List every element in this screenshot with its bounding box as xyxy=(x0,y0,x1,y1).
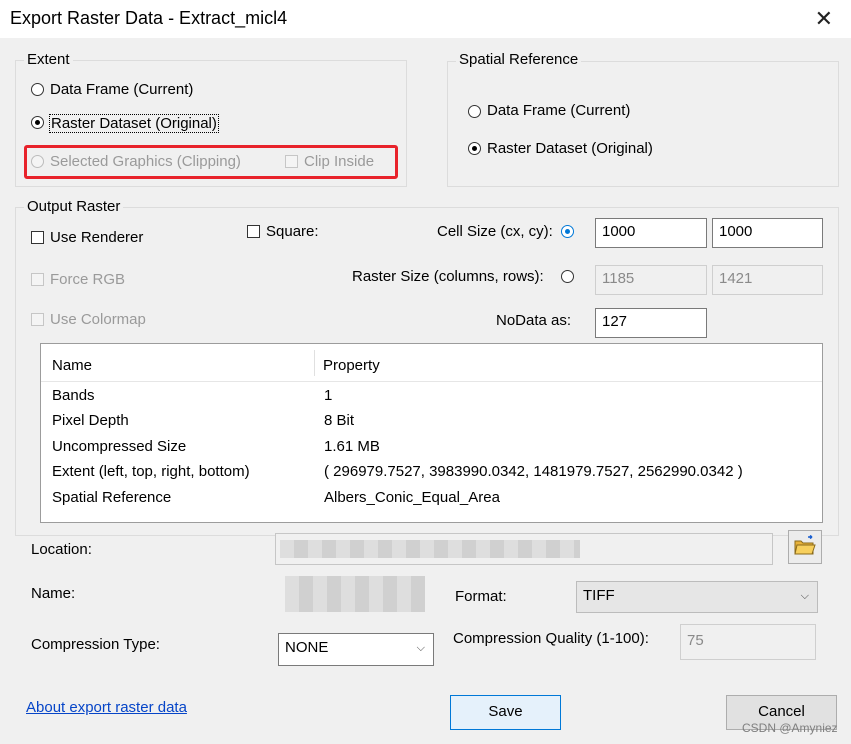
format-select[interactable]: TIFF ⌵ xyxy=(576,581,818,613)
raster-size-label: Raster Size (columns, rows): xyxy=(352,268,544,285)
compression-type-value: NONE xyxy=(285,639,329,656)
use-renderer-checkbox[interactable] xyxy=(31,231,44,244)
cell-size-cy-input[interactable]: 1000 xyxy=(712,218,823,248)
table-row-name: Spatial Reference xyxy=(52,489,172,506)
format-value: TIFF xyxy=(583,587,615,604)
table-row-value: 1.61 MB xyxy=(324,438,380,455)
watermark: CSDN @Amyniez xyxy=(742,721,838,735)
redacted-name xyxy=(285,576,425,612)
table-row-value: Albers_Conic_Equal_Area xyxy=(324,489,500,506)
highlight-box xyxy=(24,145,398,179)
chevron-down-icon: ⌵ xyxy=(416,642,425,654)
extent-data-frame-radio[interactable] xyxy=(31,83,44,96)
properties-table[interactable]: Name Property Bands 1 Pixel Depth 8 Bit … xyxy=(40,343,823,523)
redacted-location xyxy=(280,540,580,558)
cell-size-label: Cell Size (cx, cy): xyxy=(437,223,553,240)
square-label[interactable]: Square: xyxy=(266,223,319,240)
close-icon[interactable]: ✕ xyxy=(815,6,833,32)
browse-folder-button[interactable] xyxy=(788,530,822,564)
extent-raster-dataset-radio[interactable] xyxy=(31,116,44,129)
sr-data-frame-radio[interactable] xyxy=(468,105,481,118)
table-row-name: Bands xyxy=(52,387,95,404)
cell-size-radio[interactable] xyxy=(561,225,574,238)
raster-size-radio[interactable] xyxy=(561,270,574,283)
use-renderer-label[interactable]: Use Renderer xyxy=(50,229,143,246)
save-button[interactable]: Save xyxy=(450,695,561,730)
table-row-name: Extent (left, top, right, bottom) xyxy=(52,463,250,480)
sr-raster-dataset-label[interactable]: Raster Dataset (Original) xyxy=(487,140,653,157)
extent-data-frame-label[interactable]: Data Frame (Current) xyxy=(50,81,193,98)
column-header-name[interactable]: Name xyxy=(52,357,92,374)
table-row-name: Pixel Depth xyxy=(52,412,129,429)
use-colormap-checkbox xyxy=(31,313,44,326)
cell-size-cx-input[interactable]: 1000 xyxy=(595,218,707,248)
spatial-reference-label: Spatial Reference xyxy=(456,51,582,68)
location-label: Location: xyxy=(31,541,92,558)
name-label: Name: xyxy=(31,585,76,602)
spatial-reference-group xyxy=(447,61,839,187)
table-header xyxy=(41,344,822,382)
format-label: Format: xyxy=(455,588,507,605)
square-checkbox[interactable] xyxy=(247,225,260,238)
about-export-link[interactable]: About export raster data xyxy=(26,699,187,716)
chevron-down-icon: ⌵ xyxy=(800,590,809,602)
table-row-name: Uncompressed Size xyxy=(52,438,187,455)
compression-type-label: Compression Type: xyxy=(31,636,160,653)
nodata-input[interactable]: 127 xyxy=(595,308,707,338)
extent-raster-dataset-label[interactable]: Raster Dataset (Original) xyxy=(49,114,219,133)
output-raster-label: Output Raster xyxy=(24,198,124,215)
use-colormap-label: Use Colormap xyxy=(50,311,146,328)
extent-label: Extent xyxy=(24,51,73,68)
nodata-label: NoData as: xyxy=(496,312,572,329)
force-rgb-checkbox xyxy=(31,273,44,286)
raster-columns-input: 1185 xyxy=(595,265,707,295)
column-divider xyxy=(314,350,315,376)
sr-raster-dataset-radio[interactable] xyxy=(468,142,481,155)
sr-data-frame-label[interactable]: Data Frame (Current) xyxy=(487,102,630,119)
table-row-value: 1 xyxy=(324,387,333,404)
table-row-value: ( 296979.7527, 3983990.0342, 1481979.752… xyxy=(324,463,743,480)
compression-quality-label: Compression Quality (1-100): xyxy=(453,630,649,647)
table-row-value: 8 Bit xyxy=(324,412,355,429)
window-title: Export Raster Data - Extract_micl4 xyxy=(10,8,288,28)
compression-type-select[interactable]: NONE ⌵ xyxy=(278,633,434,666)
open-folder-icon xyxy=(794,534,816,555)
force-rgb-label: Force RGB xyxy=(50,271,126,288)
raster-rows-input: 1421 xyxy=(712,265,823,295)
compression-quality-input: 75 xyxy=(680,624,816,660)
column-header-property[interactable]: Property xyxy=(323,357,380,374)
